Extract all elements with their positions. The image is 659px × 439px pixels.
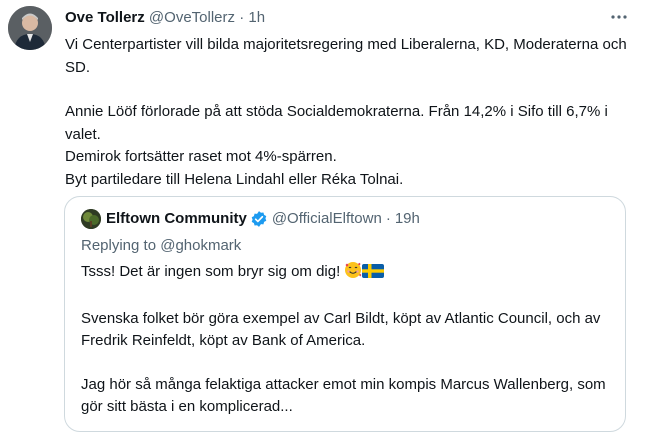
quoted-paragraph: Jag hör så många felaktiga attacker emot… [81,376,606,415]
quoted-tweet[interactable]: Elftown Community @OfficialElftown · 19h… [64,196,626,432]
author-handle[interactable]: @OveTollerz [149,9,235,26]
quoted-author-handle: @OfficialElftown [271,210,382,227]
quoted-paragraph: Svenska folket bör göra exempel av Carl … [81,310,601,349]
replying-to: Replying to @ghokmark [81,237,241,254]
tweet-paragraph: Vi Centerpartister vill bilda majoritets… [65,36,627,76]
quoted-author-name: Elftown Community [106,210,247,227]
author-name[interactable]: Ove Tollerz [65,9,145,26]
quoted-timestamp: 19h [394,210,420,227]
quoted-line-text: Tsss! Det är ingen som bryr sig om dig! [81,263,341,280]
tweet-header: Ove Tollerz @OveTollerz · 1h [65,8,265,28]
replying-to-label: Replying to [81,237,157,254]
tweet-text: Vi Centerpartister vill bilda majoritets… [65,34,645,191]
quoted-header: Elftown Community @OfficialElftown · 19h [81,209,420,229]
quoted-text: Tsss! Det är ingen som bryr sig om dig! [81,261,611,418]
smiling-face-with-hearts-icon [344,261,362,286]
verified-badge-icon [250,210,268,228]
reply-mention: @ghokmark [160,237,242,254]
quoted-author-avatar [81,209,101,229]
tweet-paragraph: Byt partiledare till Helena Lindahl elle… [65,170,404,188]
tweet-timestamp[interactable]: 1h [248,9,265,26]
sweden-flag-icon [362,263,385,286]
separator-dot: · [385,210,391,227]
author-avatar[interactable] [8,6,52,50]
quoted-line: Tsss! Det är ingen som bryr sig om dig! [81,261,611,286]
separator-dot: · [239,9,245,26]
tweet-paragraph: Annie Lööf förlorade på att stöda Social… [65,103,608,143]
tweet-paragraph: Demirok fortsätter raset mot 4%-spärren. [65,148,337,165]
more-options-button[interactable] [604,6,634,28]
more-icon [611,15,627,19]
